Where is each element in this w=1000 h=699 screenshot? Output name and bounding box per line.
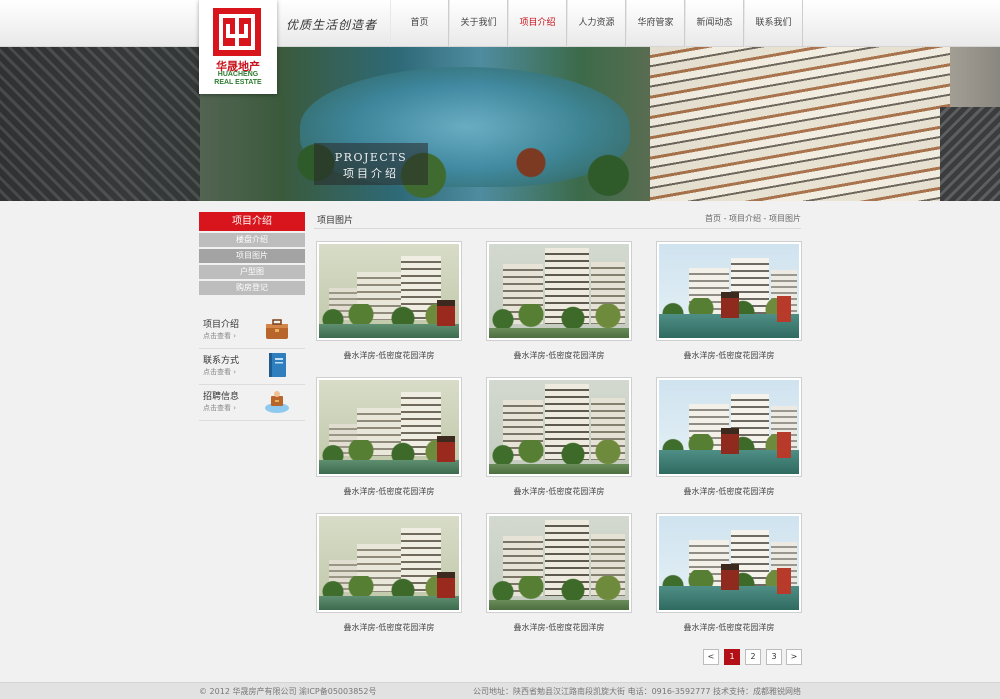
title-divider bbox=[314, 228, 801, 229]
gallery-image bbox=[659, 244, 799, 338]
recruit-icon bbox=[265, 391, 289, 413]
gallery-image bbox=[659, 380, 799, 474]
card-more-link[interactable]: 点击查看 › bbox=[203, 403, 236, 413]
gallery-item[interactable]: 叠水洋房-低密度花园洋房 bbox=[656, 241, 802, 361]
sidebar-item-photos[interactable]: 项目图片 bbox=[199, 249, 305, 263]
footer: © 2012 华晟房产有限公司 渝ICP备05003852号 公司地址：陕西省勉… bbox=[0, 682, 1000, 699]
page-title: 项目图片 bbox=[317, 216, 354, 226]
gallery-image bbox=[659, 516, 799, 610]
gallery-item[interactable]: 叠水洋房-低密度花园洋房 bbox=[486, 377, 632, 497]
gallery-thumbnail[interactable] bbox=[316, 377, 462, 477]
gallery-item[interactable]: 叠水洋房-低密度花园洋房 bbox=[316, 513, 462, 633]
banner-roofs-right bbox=[940, 107, 1000, 201]
banner-roofs-left bbox=[0, 47, 200, 201]
card-title: 招聘信息 bbox=[203, 392, 240, 402]
sidebar-title: 项目介绍 bbox=[199, 212, 305, 231]
sidebar-item-floorplans[interactable]: 户型图 bbox=[199, 265, 305, 279]
card-title: 联系方式 bbox=[203, 356, 240, 366]
slogan: 优质生活创造者 bbox=[286, 18, 378, 32]
main-nav: 首页 关于我们 项目介绍 人力资源 华府管家 新闻动态 联系我们 bbox=[390, 0, 803, 47]
banner-caption: PROJECTS 项目介绍 bbox=[314, 143, 428, 185]
footer-address: 公司地址：陕西省勉县汉江路南段凯旋大街 电话：0916-3592777 技术支持… bbox=[473, 687, 801, 696]
gallery-thumbnail[interactable] bbox=[316, 513, 462, 613]
breadcrumb: 首页 - 项目介绍 - 项目图片 bbox=[705, 214, 801, 223]
gallery-caption[interactable]: 叠水洋房-低密度花园洋房 bbox=[316, 486, 462, 497]
pagination-next-button[interactable]: > bbox=[786, 649, 802, 665]
nav-about[interactable]: 关于我们 bbox=[449, 0, 508, 47]
gallery-thumbnail[interactable] bbox=[656, 513, 802, 613]
gallery-image bbox=[489, 516, 629, 610]
gallery-thumbnail[interactable] bbox=[486, 377, 632, 477]
gallery-caption[interactable]: 叠水洋房-低密度花园洋房 bbox=[656, 622, 802, 633]
sidebar-card-contact[interactable]: 联系方式 点击查看 › bbox=[199, 349, 305, 385]
gallery-image bbox=[319, 244, 459, 338]
gallery-item[interactable]: 叠水洋房-低密度花园洋房 bbox=[316, 241, 462, 361]
gallery-item[interactable]: 叠水洋房-低密度花园洋房 bbox=[486, 513, 632, 633]
nav-butler[interactable]: 华府管家 bbox=[626, 0, 685, 47]
gallery-item[interactable]: 叠水洋房-低密度花园洋房 bbox=[656, 513, 802, 633]
gallery-thumbnail[interactable] bbox=[316, 241, 462, 341]
logo-en-text: HUACHENG REAL ESTATE bbox=[199, 71, 277, 87]
gallery-image bbox=[489, 380, 629, 474]
nav-contact[interactable]: 联系我们 bbox=[744, 0, 803, 47]
card-title: 项目介绍 bbox=[203, 320, 240, 330]
banner-caption-en: PROJECTS bbox=[334, 151, 408, 164]
gallery-caption[interactable]: 叠水洋房-低密度花园洋房 bbox=[486, 350, 632, 361]
banner-tower bbox=[650, 47, 950, 201]
gallery-thumbnail[interactable] bbox=[656, 241, 802, 341]
gallery-image bbox=[319, 380, 459, 474]
gallery-caption[interactable]: 叠水洋房-低密度花园洋房 bbox=[486, 622, 632, 633]
gallery-thumbnail[interactable] bbox=[486, 513, 632, 613]
gallery-item[interactable]: 叠水洋房-低密度花园洋房 bbox=[656, 377, 802, 497]
book-icon bbox=[269, 353, 286, 377]
pagination-prev-button[interactable]: < bbox=[703, 649, 719, 665]
pagination-page-1[interactable]: 1 bbox=[724, 649, 740, 665]
gallery-caption[interactable]: 叠水洋房-低密度花园洋房 bbox=[316, 350, 462, 361]
sidebar-card-projects[interactable]: 项目介绍 点击查看 › bbox=[199, 313, 305, 349]
gallery-image bbox=[319, 516, 459, 610]
logo-mark-icon bbox=[213, 8, 261, 56]
nav-hr[interactable]: 人力资源 bbox=[567, 0, 626, 47]
nav-projects[interactable]: 项目介绍 bbox=[508, 0, 567, 47]
logo-en-line-2: REAL ESTATE bbox=[214, 79, 262, 86]
gallery-thumbnail[interactable] bbox=[656, 377, 802, 477]
banner-trees bbox=[230, 137, 660, 201]
gallery-caption[interactable]: 叠水洋房-低密度花园洋房 bbox=[656, 486, 802, 497]
card-more-link[interactable]: 点击查看 › bbox=[203, 367, 236, 377]
sidebar-item-overview[interactable]: 楼盘介绍 bbox=[199, 233, 305, 247]
briefcase-icon bbox=[266, 319, 288, 339]
card-more-link[interactable]: 点击查看 › bbox=[203, 331, 236, 341]
nav-news[interactable]: 新闻动态 bbox=[685, 0, 744, 47]
logo[interactable]: 华晟地产 HUACHENG REAL ESTATE bbox=[199, 0, 277, 94]
pagination-page-3[interactable]: 3 bbox=[766, 649, 782, 665]
sidebar-item-register[interactable]: 购房登记 bbox=[199, 281, 305, 295]
banner-image: PROJECTS 项目介绍 bbox=[0, 47, 1000, 201]
gallery-item[interactable]: 叠水洋房-低密度花园洋房 bbox=[316, 377, 462, 497]
gallery-caption[interactable]: 叠水洋房-低密度花园洋房 bbox=[656, 350, 802, 361]
footer-copyright: © 2012 华晟房产有限公司 渝ICP备05003852号 bbox=[199, 687, 377, 696]
nav-home[interactable]: 首页 bbox=[390, 0, 449, 47]
banner-caption-cn: 项目介绍 bbox=[343, 167, 399, 180]
pagination-page-2[interactable]: 2 bbox=[745, 649, 761, 665]
gallery-image bbox=[489, 244, 629, 338]
logo-en-line-1: HUACHENG bbox=[217, 71, 259, 78]
sidebar-menu: 楼盘介绍 项目图片 户型图 购房登记 bbox=[199, 233, 305, 297]
gallery-item[interactable]: 叠水洋房-低密度花园洋房 bbox=[486, 241, 632, 361]
gallery-caption[interactable]: 叠水洋房-低密度花园洋房 bbox=[486, 486, 632, 497]
gallery-thumbnail[interactable] bbox=[486, 241, 632, 341]
gallery-caption[interactable]: 叠水洋房-低密度花园洋房 bbox=[316, 622, 462, 633]
sidebar-card-jobs[interactable]: 招聘信息 点击查看 › bbox=[199, 385, 305, 421]
